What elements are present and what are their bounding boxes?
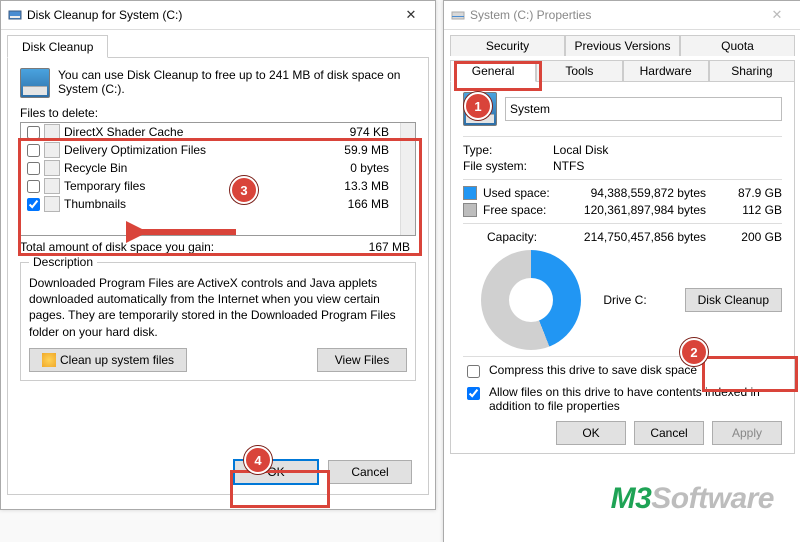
tab-previous-versions[interactable]: Previous Versions xyxy=(565,35,680,56)
window-title: Disk Cleanup for System (C:) xyxy=(23,8,393,22)
cancel-button[interactable]: Cancel xyxy=(328,460,412,484)
properties-tab-body: Type:Local Disk File system:NTFS Used sp… xyxy=(450,81,795,454)
item-size: 0 bytes xyxy=(317,161,395,175)
item-size: 59.9 MB xyxy=(317,143,395,157)
index-label: Allow files on this drive to have conten… xyxy=(489,385,782,413)
type-label: Type: xyxy=(463,143,553,157)
item-name: Thumbnails xyxy=(64,197,313,211)
annotation-callout-4: 4 xyxy=(244,446,272,474)
capacity-bytes: 214,750,457,856 bytes xyxy=(583,230,706,244)
titlebar[interactable]: System (C:) Properties ✕ xyxy=(444,1,800,30)
item-checkbox[interactable] xyxy=(27,162,40,175)
used-label: Used space: xyxy=(483,186,573,200)
capacity-label: Capacity: xyxy=(487,230,577,244)
intro-text: You can use Disk Cleanup to free up to 2… xyxy=(58,68,416,96)
disk-cleanup-icon xyxy=(7,7,23,23)
tab-sharing[interactable]: Sharing xyxy=(709,60,795,82)
tab-security[interactable]: Security xyxy=(450,35,565,56)
item-name: Delivery Optimization Files xyxy=(64,143,313,157)
drive-name-input[interactable] xyxy=(505,97,782,121)
clean-system-files-label: Clean up system files xyxy=(60,353,174,367)
close-icon[interactable]: ✕ xyxy=(759,7,795,23)
item-checkbox[interactable] xyxy=(27,198,40,211)
item-name: Temporary files xyxy=(64,179,313,193)
cancel-button[interactable]: Cancel xyxy=(634,421,704,445)
ok-button[interactable]: OK xyxy=(556,421,626,445)
tab-general[interactable]: General xyxy=(450,60,536,82)
drive-icon xyxy=(450,7,466,23)
window-title: System (C:) Properties xyxy=(466,8,759,22)
item-checkbox[interactable] xyxy=(27,144,40,157)
item-size: 974 KB xyxy=(317,125,395,139)
free-swatch xyxy=(463,203,477,217)
type-value: Local Disk xyxy=(553,143,608,157)
free-label: Free space: xyxy=(483,203,573,217)
annotation-callout-2: 2 xyxy=(680,338,708,366)
total-value: 167 MB xyxy=(330,240,416,254)
clean-system-files-button[interactable]: Clean up system files xyxy=(29,348,187,372)
file-type-icon xyxy=(44,124,60,140)
free-gb: 112 GB xyxy=(712,203,782,217)
tab-hardware[interactable]: Hardware xyxy=(623,60,709,82)
used-swatch xyxy=(463,186,477,200)
compress-checkbox[interactable] xyxy=(467,365,480,378)
description-group: Description Downloaded Program Files are… xyxy=(20,262,416,381)
apply-button[interactable]: Apply xyxy=(712,421,782,445)
disk-cleanup-window: Disk Cleanup for System (C:) ✕ Disk Clea… xyxy=(0,0,436,510)
item-checkbox[interactable] xyxy=(27,180,40,193)
tab-tools[interactable]: Tools xyxy=(536,60,622,82)
titlebar[interactable]: Disk Cleanup for System (C:) ✕ xyxy=(1,1,435,30)
description-text: Downloaded Program Files are ActiveX con… xyxy=(29,275,407,340)
item-checkbox[interactable] xyxy=(27,126,40,139)
capacity-pie-chart xyxy=(481,250,581,350)
file-type-icon xyxy=(44,142,60,158)
file-type-icon xyxy=(44,196,60,212)
disk-cleanup-button[interactable]: Disk Cleanup xyxy=(685,288,782,312)
filesystem-value: NTFS xyxy=(553,159,584,173)
used-bytes: 94,388,559,872 bytes xyxy=(579,186,706,200)
drive-icon xyxy=(20,68,50,98)
watermark-m3: M3 xyxy=(611,482,652,515)
files-to-delete-list[interactable]: DirectX Shader Cache 974 KB Delivery Optim… xyxy=(20,122,416,236)
file-type-icon xyxy=(44,178,60,194)
list-item[interactable]: Thumbnails 166 MB xyxy=(21,195,401,213)
item-name: DirectX Shader Cache xyxy=(64,125,313,139)
list-item[interactable]: Recycle Bin 0 bytes xyxy=(21,159,401,177)
annotation-callout-1: 1 xyxy=(464,92,492,120)
tab-quota[interactable]: Quota xyxy=(680,35,795,56)
file-type-icon xyxy=(44,160,60,176)
filesystem-label: File system: xyxy=(463,159,553,173)
drive-properties-window: System (C:) Properties ✕ SecurityPreviou… xyxy=(443,0,800,542)
list-item[interactable]: Temporary files 13.3 MB xyxy=(21,177,401,195)
close-icon[interactable]: ✕ xyxy=(393,7,429,23)
list-item[interactable]: DirectX Shader Cache 974 KB xyxy=(21,123,401,141)
drive-label: Drive C: xyxy=(595,293,655,307)
view-files-button[interactable]: View Files xyxy=(317,348,407,372)
files-to-delete-label: Files to delete: xyxy=(20,106,416,120)
compress-label: Compress this drive to save disk space xyxy=(489,363,697,377)
description-legend: Description xyxy=(29,255,97,269)
index-checkbox[interactable] xyxy=(467,387,480,400)
watermark-software: Software xyxy=(651,482,774,515)
tab-body: You can use Disk Cleanup to free up to 2… xyxy=(7,57,429,495)
item-size: 13.3 MB xyxy=(317,179,395,193)
capacity-gb: 200 GB xyxy=(712,230,782,244)
scrollbar[interactable] xyxy=(400,123,415,235)
item-name: Recycle Bin xyxy=(64,161,313,175)
shield-icon xyxy=(42,353,56,367)
watermark: M3Software xyxy=(611,482,774,516)
item-size: 166 MB xyxy=(317,197,395,211)
total-label: Total amount of disk space you gain: xyxy=(20,240,330,254)
used-gb: 87.9 GB xyxy=(712,186,782,200)
annotation-callout-3: 3 xyxy=(230,176,258,204)
tab-disk-cleanup[interactable]: Disk Cleanup xyxy=(7,35,108,58)
list-item[interactable]: Delivery Optimization Files 59.9 MB xyxy=(21,141,401,159)
free-bytes: 120,361,897,984 bytes xyxy=(579,203,706,217)
